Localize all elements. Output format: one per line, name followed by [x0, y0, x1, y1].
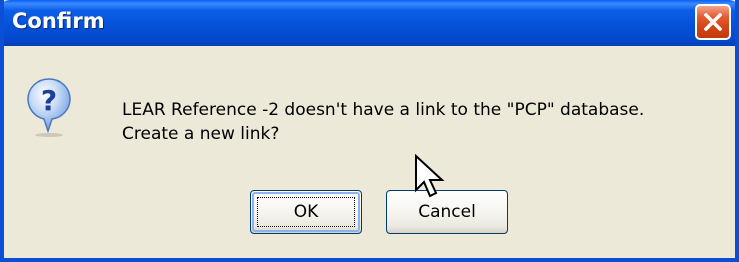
cancel-button-label: Cancel — [418, 202, 476, 222]
mouse-pointer-icon — [415, 154, 445, 198]
close-icon — [704, 13, 722, 31]
window-title: Confirm — [12, 9, 105, 33]
close-button[interactable] — [695, 4, 731, 40]
confirm-dialog: Confirm ? LEAR Reference -2 doesn't have… — [0, 0, 739, 262]
message-line-1: LEAR Reference -2 doesn't have a link to… — [122, 100, 645, 120]
message-line-2: Create a new link? — [122, 124, 280, 144]
title-bar[interactable]: Confirm — [4, 0, 735, 46]
question-icon: ? — [27, 78, 71, 137]
svg-text:?: ? — [41, 84, 57, 117]
ok-button[interactable]: OK — [250, 190, 362, 234]
ok-button-label: OK — [293, 202, 319, 222]
dialog-message: LEAR Reference -2 doesn't have a link to… — [122, 98, 644, 146]
